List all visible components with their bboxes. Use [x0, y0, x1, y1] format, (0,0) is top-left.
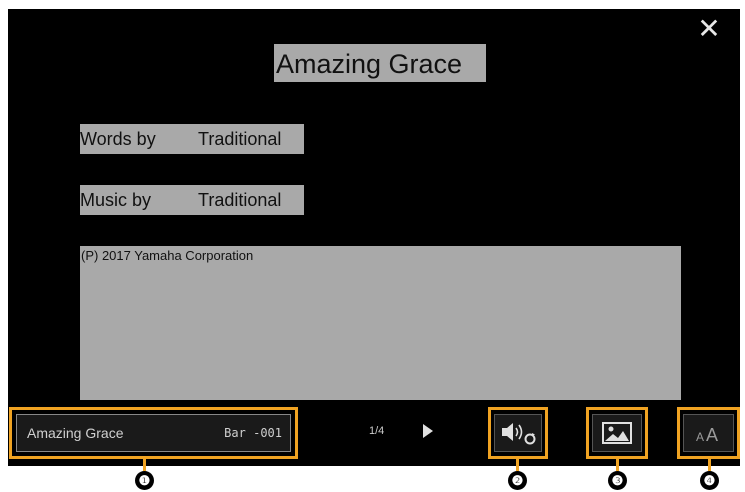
font-size-button[interactable]: A A	[683, 414, 734, 452]
audio-sync-button[interactable]	[494, 414, 542, 452]
callout-stem-4	[708, 459, 711, 471]
svg-text:A: A	[706, 425, 718, 445]
play-right-icon[interactable]	[420, 423, 436, 439]
callout-number-3: ❸	[608, 471, 627, 490]
song-name: Amazing Grace	[27, 425, 124, 441]
callout-number-1: ❶	[135, 471, 154, 490]
words-label: Words by	[80, 129, 156, 149]
speaker-repeat-icon	[502, 423, 536, 445]
words-value: Traditional	[198, 129, 282, 149]
song-bar-display[interactable]: Amazing Grace Bar -001	[16, 414, 291, 452]
svg-text:A: A	[696, 430, 704, 444]
image-icon	[602, 422, 632, 444]
callout-number-4: ❹	[700, 471, 719, 490]
song-title: Amazing Grace	[274, 44, 486, 82]
callout-stem-1	[143, 459, 146, 471]
image-button[interactable]	[592, 414, 642, 452]
callout-number-2: ❷	[508, 471, 527, 490]
bar-position: Bar -001	[224, 426, 282, 440]
words-credit: Words by Traditional	[80, 124, 304, 154]
callout-stem-3	[616, 459, 619, 471]
page-indicator: 1/4	[369, 425, 385, 437]
callout-stem-2	[516, 459, 519, 471]
music-label: Music by	[80, 190, 152, 210]
music-credit: Music by Traditional	[80, 185, 304, 215]
copyright-text: (P) 2017 Yamaha Corporation	[80, 246, 681, 400]
music-value: Traditional	[198, 190, 282, 210]
close-icon[interactable]: ✕	[694, 14, 724, 44]
font-size-icon: A A	[696, 425, 718, 445]
